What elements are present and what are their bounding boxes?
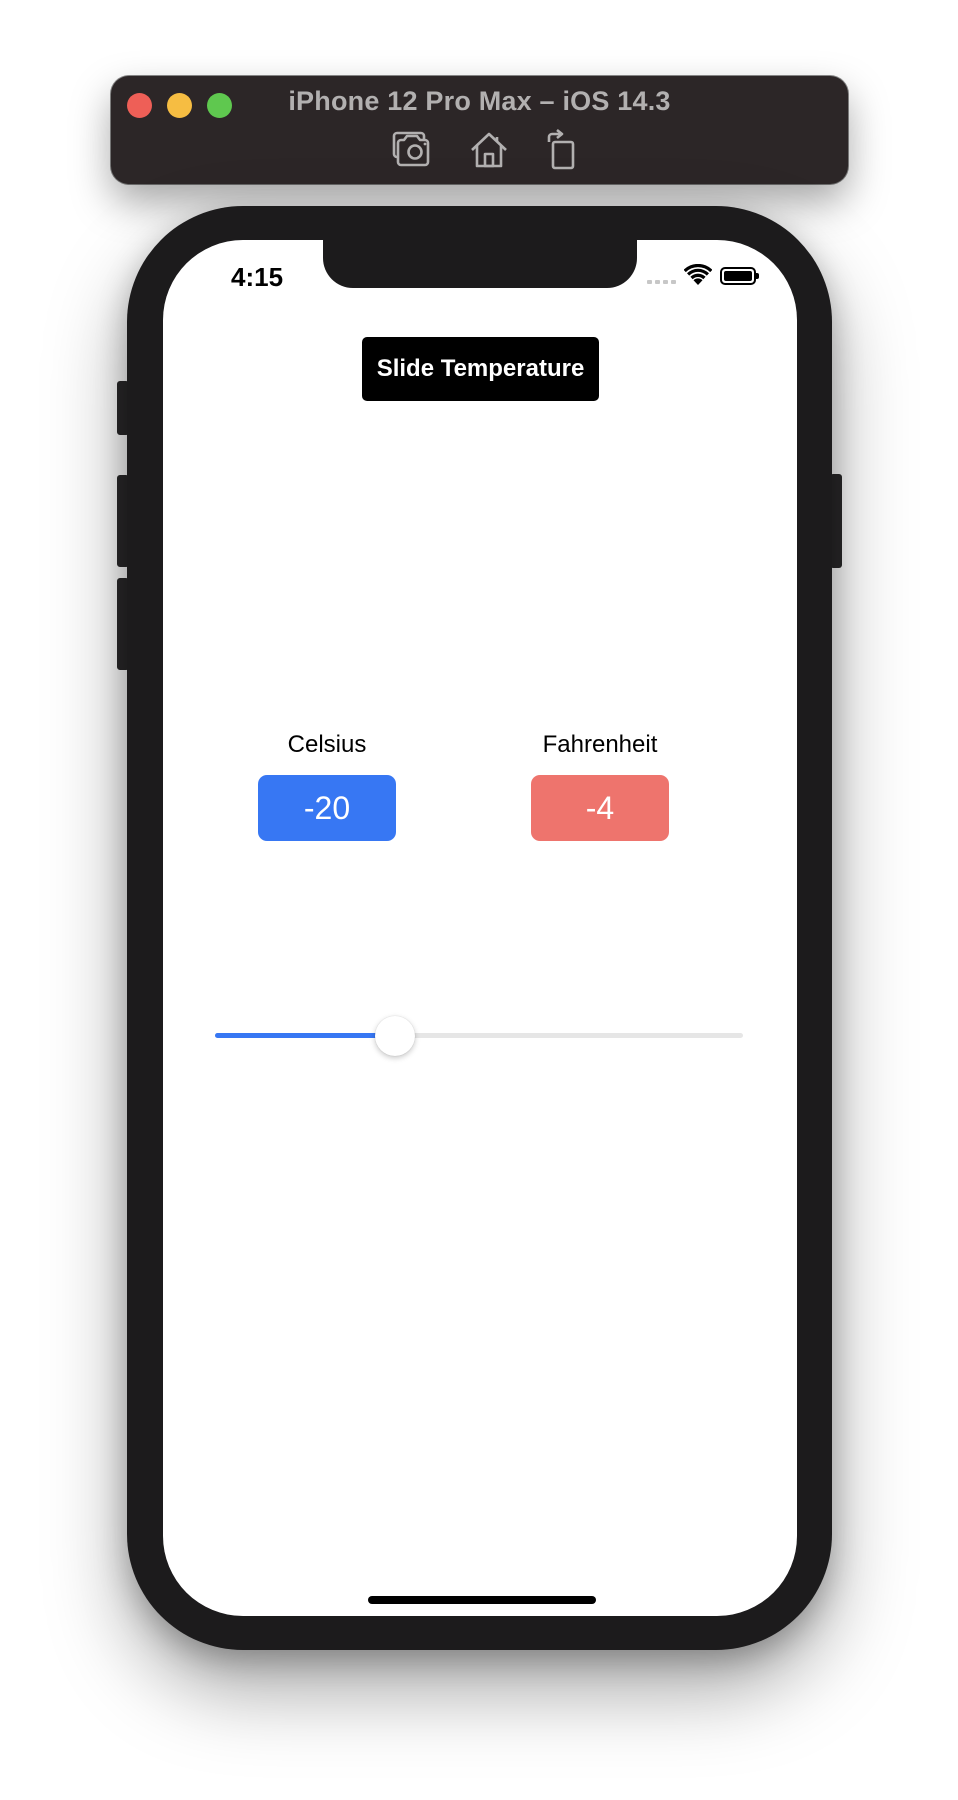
- notch: [323, 240, 637, 288]
- slider-fill: [215, 1033, 395, 1038]
- battery-icon: [720, 267, 759, 285]
- wifi-icon: [684, 264, 712, 285]
- home-indicator: [368, 1596, 596, 1604]
- fahrenheit-label: Fahrenheit: [542, 731, 658, 758]
- signal-icon: [647, 279, 677, 284]
- screenshot-icon: [392, 131, 430, 167]
- celsius-display: Celsius -20: [258, 728, 396, 841]
- fahrenheit-display: Fahrenheit -4: [531, 728, 669, 841]
- home-icon: [471, 132, 507, 168]
- screenshot-button[interactable]: [391, 128, 435, 172]
- simulator-title-bar: iPhone 12 Pro Max – iOS 14.3: [111, 76, 848, 184]
- celsius-value: -20: [258, 775, 396, 841]
- status-time: 4:15: [231, 262, 284, 292]
- rotate-button[interactable]: [541, 128, 585, 172]
- simulator-title: iPhone 12 Pro Max – iOS 14.3: [288, 86, 671, 116]
- phone-screen: 4:15 Slide Temperature Celsius -20 Fahre…: [163, 240, 797, 1616]
- rotate-icon: [547, 128, 575, 170]
- slide-temperature-button[interactable]: Slide Temperature: [362, 337, 599, 401]
- temperature-slider[interactable]: [215, 1016, 743, 1056]
- home-button[interactable]: [467, 128, 511, 172]
- slider-thumb[interactable]: [374, 1016, 415, 1056]
- celsius-label: Celsius: [287, 731, 367, 758]
- fahrenheit-value: -4: [531, 775, 669, 841]
- simulator-window: iPhone 12 Pro Max – iOS 14.3 4:15 Slide …: [0, 0, 958, 1800]
